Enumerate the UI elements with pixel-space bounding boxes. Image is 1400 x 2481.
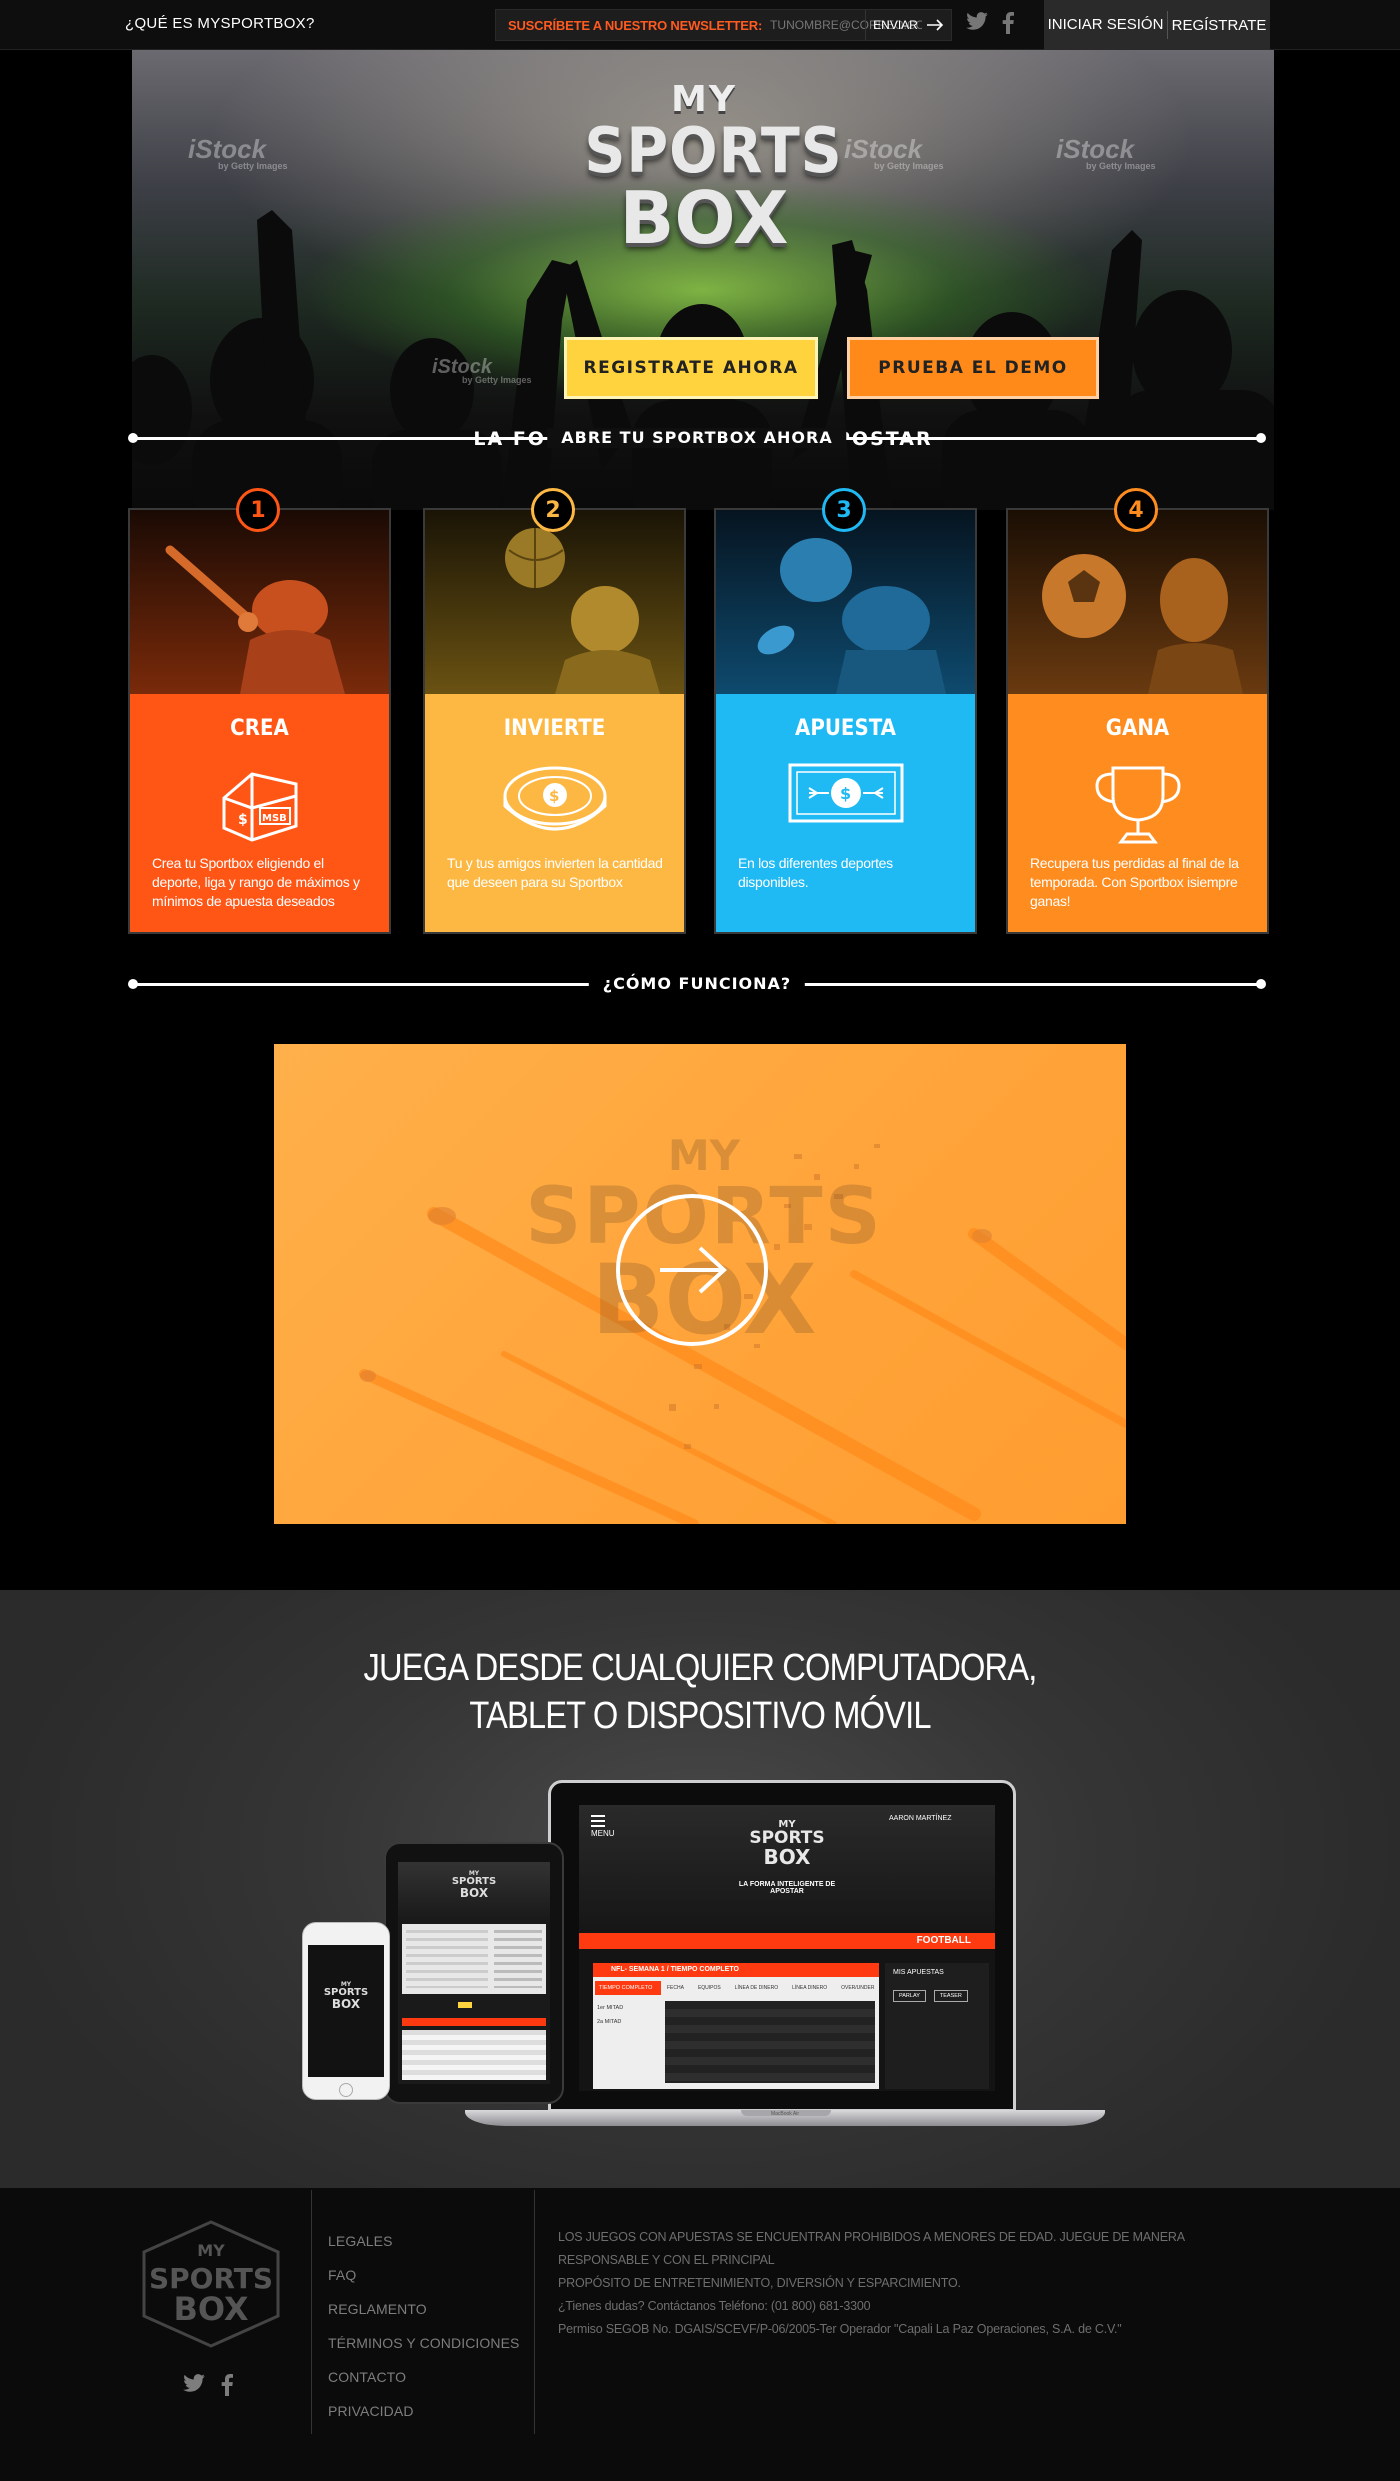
step-description: En los diferentes deportes disponibles.: [738, 855, 893, 890]
phone-screen-content: MY SPORTS BOX: [308, 1945, 384, 2077]
footer-link-contacto[interactable]: CONTACTO: [328, 2360, 520, 2394]
step-card-gana: GANA Recupera tus perdidas al final de l…: [1006, 508, 1269, 934]
register-now-button[interactable]: REGISTRATE AHORA: [564, 337, 818, 399]
tablet-mockup: MY SPORTS BOX: [384, 1842, 564, 2104]
footer-social-links: [183, 2374, 233, 2396]
footer-link-terminos[interactable]: TÉRMINOS Y CONDICIONES: [328, 2326, 520, 2360]
step-description: Crea tu Sportbox eligiendo el deporte, l…: [152, 855, 360, 909]
section-divider-open: ABRE TU SPORTBOX AHORA: [128, 428, 1266, 448]
footer-link-faq[interactable]: FAQ: [328, 2258, 520, 2292]
try-demo-button[interactable]: PRUEBA EL DEMO: [847, 337, 1099, 399]
footer-logo: MY SPORTS BOX: [142, 2220, 280, 2348]
twitter-icon[interactable]: [183, 2374, 205, 2392]
svg-text:$: $: [238, 812, 248, 828]
section-title-how: ¿CÓMO FUNCIONA?: [588, 974, 806, 994]
auth-buttons: INICIAR SESIÓN REGÍSTRATE: [1044, 0, 1270, 50]
house-money-icon: $ MSB: [222, 772, 297, 842]
laptop-panel-title: NFL- SEMANA 1 / TIEMPO COMPLETO: [593, 1963, 879, 1977]
laptop-tagline: LA FORMA INTELIGENTE DE APOSTAR: [738, 1881, 836, 1895]
step-number-4: 4: [1114, 488, 1158, 532]
istock-watermark: iStock by Getty Images: [844, 134, 944, 171]
basketball-photo: [425, 510, 684, 694]
facebook-icon[interactable]: [221, 2374, 233, 2396]
soccer-photo: [1008, 510, 1267, 694]
facebook-icon[interactable]: [1002, 12, 1014, 34]
laptop-tab-active: TIEMPO COMPLETO: [595, 1981, 661, 1995]
laptop-logo: MY SPORTS BOX: [749, 1819, 825, 1869]
laptop-sport-bar: FOOTBALL: [579, 1933, 995, 1949]
step-number-2: 2: [531, 488, 575, 532]
laptop-base: MacBook Air: [465, 2110, 1105, 2126]
laptop-user-name: AARON MARTÍNEZ: [889, 1815, 952, 1822]
devices-section: JUEGA DESDE CUALQUIER COMPUTADORA, TABLE…: [0, 1590, 1400, 2188]
laptop-side-items: 1er MITAD 2a MITAD: [597, 2005, 624, 2025]
newsletter-label: SUSCRÍBETE A NUESTRO NEWSLETTER:: [508, 17, 763, 33]
step-card-invierte: INVIERTE $ Tu y tus amigos invierten la …: [423, 508, 686, 934]
step-description: Recupera tus perdidas al final de la tem…: [1030, 855, 1239, 909]
istock-watermark: iStock by Getty Images: [188, 134, 288, 171]
arrow-right-icon: [660, 1246, 727, 1294]
svg-text:$: $: [549, 787, 559, 805]
newsletter-form: SUSCRÍBETE A NUESTRO NEWSLETTER: ENVIAR: [495, 9, 952, 41]
baseball-photo: [130, 510, 389, 694]
istock-watermark: iStock by Getty Images: [432, 356, 532, 385]
play-button[interactable]: [616, 1194, 768, 1346]
step-description: Tu y tus amigos invierten la cantidad qu…: [447, 855, 663, 890]
footer-link-legales[interactable]: LEGALES: [328, 2224, 520, 2258]
tablet-logo: MY SPORTS BOX: [451, 1870, 497, 1900]
phone-logo: MY SPORTS BOX: [323, 1981, 369, 2011]
newsletter-send-button[interactable]: ENVIAR: [865, 10, 951, 40]
footer-link-privacidad[interactable]: PRIVACIDAD: [328, 2394, 520, 2428]
laptop-odds-table: [665, 2001, 875, 2083]
svg-text:MSB: MSB: [262, 813, 287, 824]
tablet-screen-content: MY SPORTS BOX: [398, 1862, 550, 2084]
laptop-menu-icon: MENU: [591, 1815, 615, 1838]
money-bill-icon: $: [788, 763, 903, 823]
svg-text:$: $: [840, 784, 851, 803]
laptop-table-header: FECHA EQUIPOS LÍNEA DE DINERO LÍNEA DINE…: [667, 1985, 875, 1991]
laptop-mockup: MENU AARON MARTÍNEZ MY SPORTS BOX LA FOR…: [548, 1780, 1016, 2112]
mysportsbox-logo: MY SPORTS BOX: [584, 79, 843, 260]
arrow-right-icon: [926, 19, 943, 31]
svg-text:BOX: BOX: [173, 2290, 248, 2328]
step-number-1: 1: [236, 488, 280, 532]
top-bar: ¿QUÉ ES MYSPORTBOX? SUSCRÍBETE A NUESTRO…: [0, 0, 1400, 50]
phone-home-button: [339, 2083, 353, 2097]
step-title: GANA: [1105, 716, 1170, 741]
about-link[interactable]: ¿QUÉ ES MYSPORTBOX?: [125, 15, 315, 32]
devices-title: JUEGA DESDE CUALQUIER COMPUTADORA, TABLE…: [363, 1647, 1038, 1737]
coin-icon: $: [503, 766, 606, 831]
social-links: [966, 12, 1014, 34]
trophy-icon: [1094, 766, 1181, 844]
footer-link-reglamento[interactable]: REGLAMENTO: [328, 2292, 520, 2326]
step-card-apuesta: APUESTA $ En los diferentes deportes dis…: [714, 508, 977, 934]
footer-legal-text: LOS JUEGOS CON APUESTAS SE ENCUENTRAN PR…: [558, 2230, 1185, 2336]
football-photo: [716, 510, 975, 694]
step-title: APUESTA: [795, 716, 896, 741]
section-divider-how: ¿CÓMO FUNCIONA?: [128, 974, 1266, 994]
login-button[interactable]: INICIAR SESIÓN: [1044, 11, 1168, 39]
how-it-works-video[interactable]: MY SPORTS BOX: [274, 1044, 1126, 1524]
footer: MY SPORTS BOX LEGALES FAQ REGLAMENTO TÉR…: [0, 2188, 1400, 2481]
svg-text:MY: MY: [197, 2241, 225, 2260]
phone-mockup: MY SPORTS BOX: [302, 1922, 390, 2100]
laptop-bets-panel: MIS APUESTAS PARLAY TEASER: [885, 1963, 989, 2089]
step-card-crea: CREA $ MSB Crea tu Sportbox eligiendo el…: [128, 508, 391, 934]
section-title-open: ABRE TU SPORTBOX AHORA: [547, 428, 847, 448]
step-title: INVIERTE: [503, 716, 606, 741]
step-number-3: 3: [822, 488, 866, 532]
istock-watermark: iStock by Getty Images: [1056, 134, 1156, 171]
step-title: CREA: [230, 716, 289, 741]
send-label: ENVIAR: [873, 18, 918, 32]
footer-links: LEGALES FAQ REGLAMENTO TÉRMINOS Y CONDIC…: [328, 2224, 520, 2428]
laptop-screen-content: MENU AARON MARTÍNEZ MY SPORTS BOX LA FOR…: [579, 1805, 995, 2091]
register-top-button[interactable]: REGÍSTRATE: [1168, 17, 1270, 34]
twitter-icon[interactable]: [966, 12, 988, 30]
